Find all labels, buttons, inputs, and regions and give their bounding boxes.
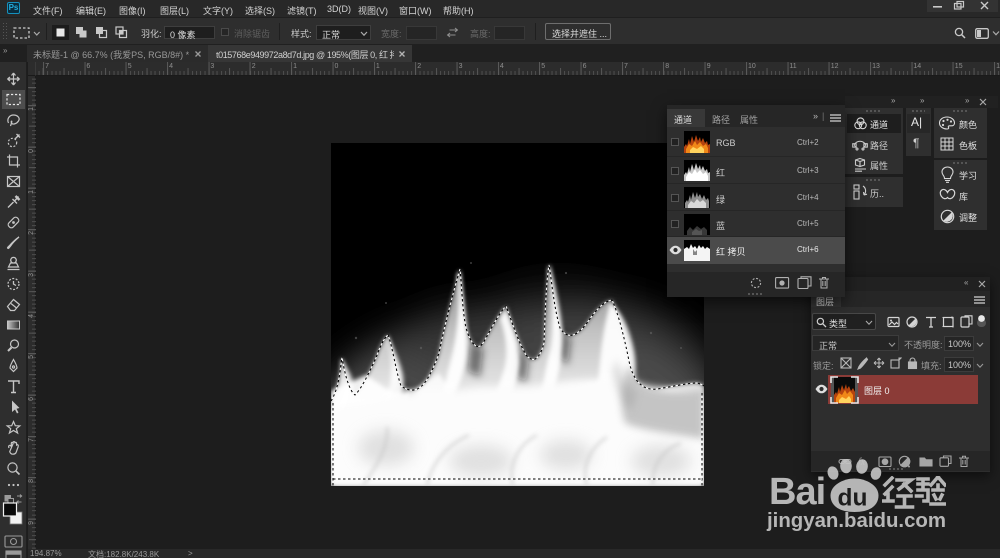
svg-text:du: du [838, 485, 868, 512]
